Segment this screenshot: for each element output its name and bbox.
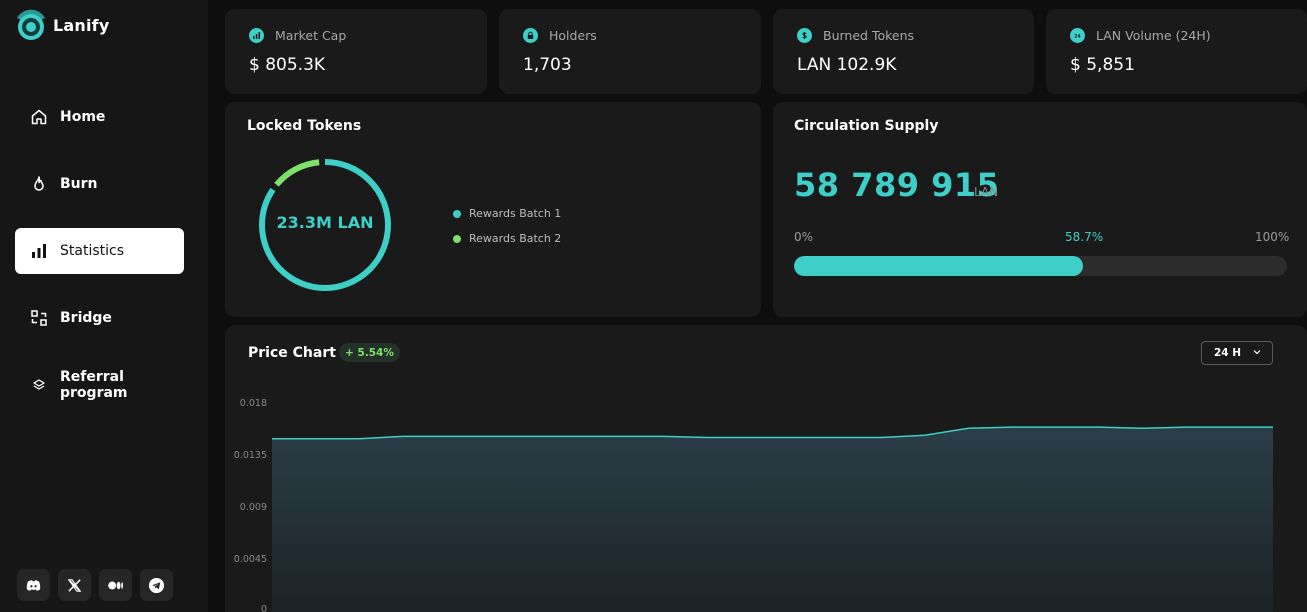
app-logo[interactable]: Lanify: [14, 8, 109, 42]
nav-item-home[interactable]: Home: [15, 94, 184, 140]
stat-value: $ 805.3K: [249, 55, 326, 75]
flame-icon: [30, 175, 48, 193]
nav-label: Referral program: [60, 369, 128, 401]
app-name: Lanify: [53, 15, 110, 35]
circulation-supply-unit: LAN: [974, 185, 999, 199]
telegram-icon: [148, 577, 165, 593]
bar-chart-icon: [30, 242, 48, 260]
circulation-supply-card: [773, 102, 1307, 317]
y-tick-label: 0: [260, 604, 267, 612]
stat-card-market-cap: Market Cap $ 805.3K: [225, 9, 487, 94]
nav-item-statistics[interactable]: Statistics: [15, 228, 184, 274]
time-range-value: 24 H: [1214, 347, 1242, 359]
medium-icon: [108, 581, 123, 589]
social-links: [17, 569, 181, 601]
stat-value: 1,703: [523, 55, 572, 75]
time-range-select[interactable]: 24 H: [1201, 341, 1273, 365]
stat-label: Burned Tokens: [823, 28, 915, 43]
legend-label: Rewards Batch 1: [469, 207, 562, 220]
medium-link[interactable]: [99, 569, 132, 601]
legend-dot: [453, 234, 461, 243]
chevron-down-icon: [1253, 350, 1261, 355]
y-tick-label: 0.0135: [233, 450, 267, 461]
nav-label: Bridge: [60, 310, 112, 326]
legend-dot: [453, 209, 461, 218]
chart-icon: [249, 28, 264, 43]
price-area: [272, 427, 1273, 612]
nav-item-burn[interactable]: Burn: [15, 161, 184, 207]
x-icon: [67, 578, 82, 592]
stat-label: Market Cap: [275, 28, 347, 43]
dollar-icon: [797, 28, 812, 43]
stat-card-burned-tokens: Burned Tokens LAN 102.9K: [773, 9, 1034, 94]
supply-progress-bar: [794, 256, 1287, 276]
lock-icon: [523, 28, 538, 43]
price-chart-plot: [272, 426, 1273, 612]
nav-label: Statistics: [60, 243, 124, 259]
supply-progress-fill: [794, 256, 1084, 276]
locked-tokens-total: 23.3M LAN: [276, 213, 374, 232]
svg-text:24: 24: [1074, 33, 1080, 39]
progress-max-label: 100%: [1255, 230, 1290, 244]
stat-value: $ 5,851: [1070, 55, 1135, 75]
nav-label: Burn: [60, 176, 98, 192]
nav-label: Home: [60, 109, 106, 125]
legend-item: Rewards Batch 1: [453, 207, 561, 220]
stat-card-holders: Holders 1,703: [499, 9, 761, 94]
circulation-supply-title: Circulation Supply: [794, 118, 939, 134]
y-tick-label: 0.0045: [233, 554, 267, 565]
discord-link[interactable]: [17, 569, 50, 601]
y-tick-label: 0.018: [239, 398, 267, 409]
circulation-supply-value: 58 789 915: [794, 166, 1000, 204]
stat-label: LAN Volume (24H): [1096, 28, 1211, 43]
legend-label: Rewards Batch 2: [469, 232, 562, 245]
progress-min-label: 0%: [794, 230, 814, 244]
lanify-logo-icon: [17, 9, 45, 40]
x-link[interactable]: [58, 569, 91, 601]
telegram-link[interactable]: [140, 569, 173, 601]
layers-icon: [30, 376, 48, 394]
nav-item-referral[interactable]: Referral program: [15, 362, 184, 408]
bridge-icon: [30, 309, 48, 327]
progress-percent-label: 58.7%: [1065, 230, 1104, 244]
legend-item: Rewards Batch 2: [453, 232, 561, 245]
price-change-badge: + 5.54%: [339, 343, 400, 362]
stat-label: Holders: [549, 28, 597, 43]
price-chart-title: Price Chart: [248, 345, 336, 361]
nav-item-bridge[interactable]: Bridge: [15, 295, 184, 341]
stat-card-lan-volume: 24 LAN Volume (24H) $ 5,851: [1046, 9, 1307, 94]
y-tick-label: 0.009: [239, 502, 267, 513]
24h-icon: 24: [1070, 28, 1085, 43]
discord-icon: [26, 579, 41, 591]
stat-value: LAN 102.9K: [797, 55, 897, 75]
sidebar: Lanify Home Burn Statistics Bridge Refer…: [0, 0, 208, 612]
locked-tokens-title: Locked Tokens: [247, 118, 362, 134]
home-icon: [30, 108, 48, 126]
